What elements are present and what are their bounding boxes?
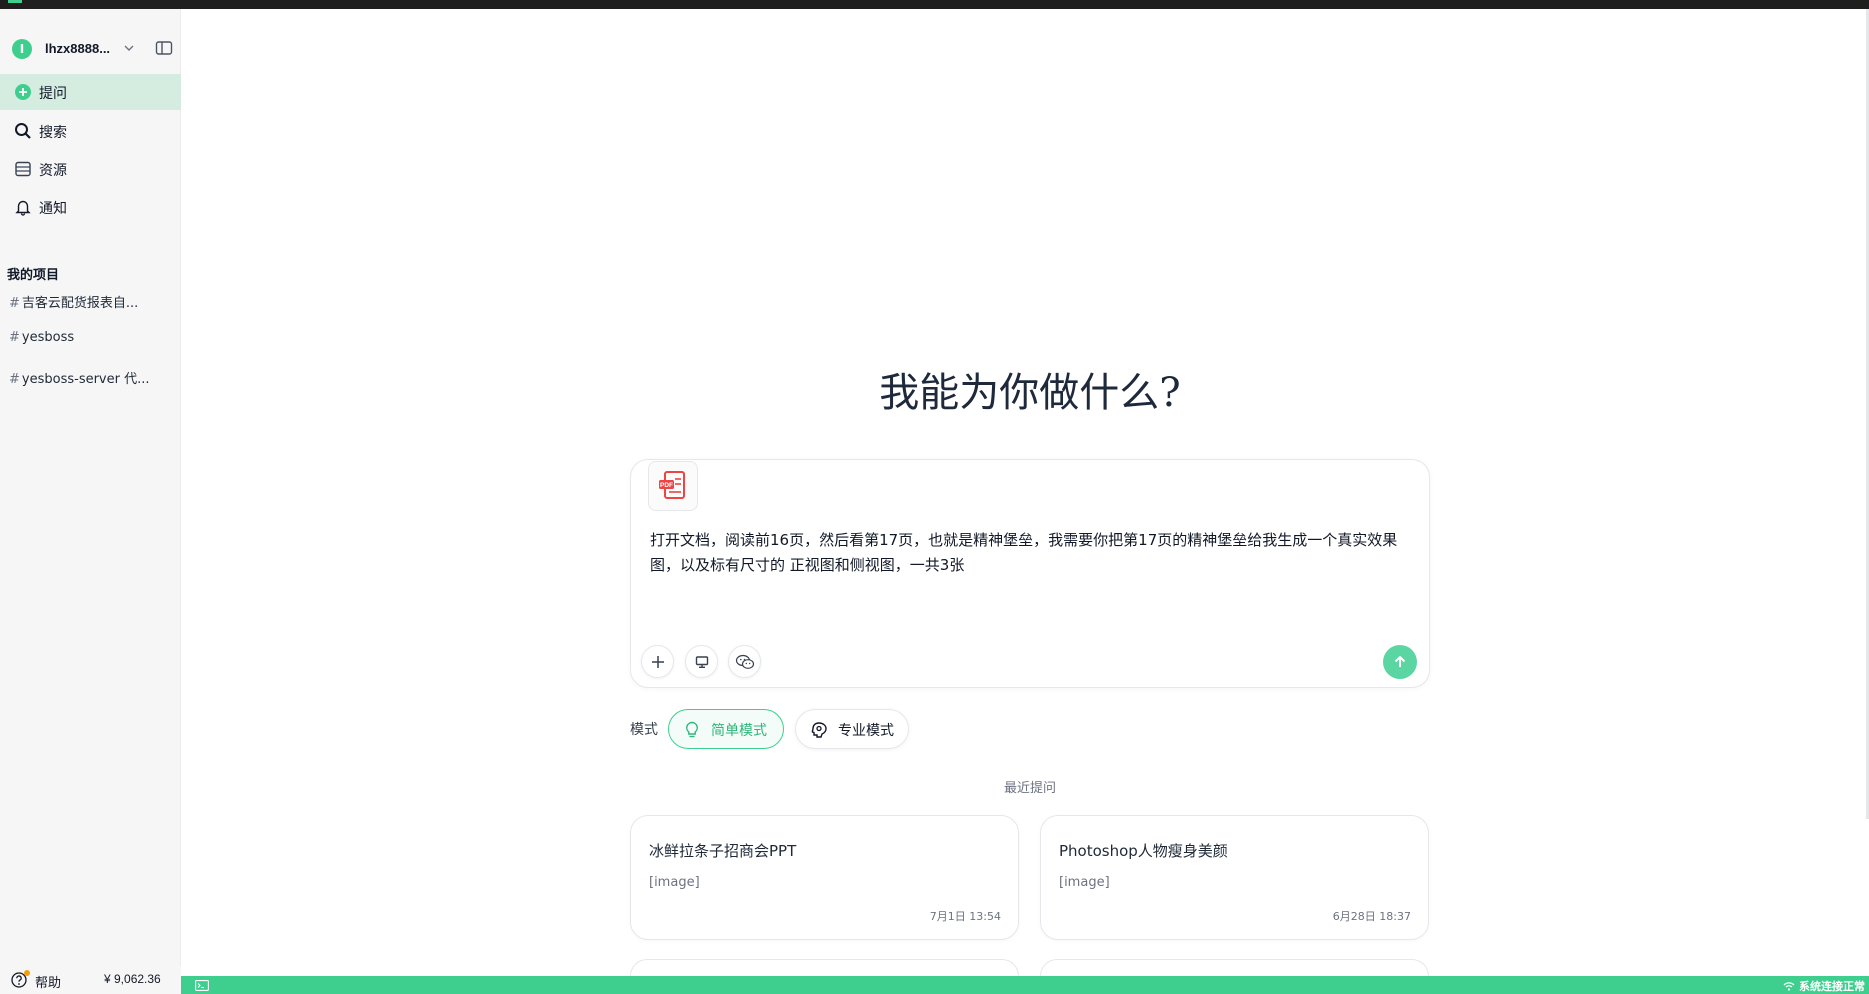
pdf-file-icon: PDF bbox=[659, 471, 685, 499]
recent-card-title: 冰鲜拉条子招商会PPT bbox=[649, 842, 797, 860]
recent-card-preview: [image] bbox=[649, 875, 700, 890]
archive-box-icon bbox=[14, 160, 32, 178]
user-menu[interactable]: I lhzx8888... bbox=[0, 29, 181, 67]
pdf-attachment[interactable]: PDF bbox=[648, 461, 698, 511]
connection-status: 系统连接正常 bbox=[1783, 978, 1865, 994]
connection-status-text: 系统连接正常 bbox=[1799, 980, 1865, 993]
plus-circle-icon bbox=[14, 83, 32, 101]
recent-card-title: Photoshop人物瘦身美颜 bbox=[1059, 842, 1228, 860]
wechat-icon bbox=[735, 654, 754, 669]
pro-mode-label: 专业模式 bbox=[838, 723, 894, 739]
sidebar-item-label: 搜索 bbox=[39, 125, 67, 141]
hash-icon: # bbox=[9, 330, 20, 345]
search-icon bbox=[14, 122, 32, 140]
page-title: 我能为你做什么? bbox=[879, 370, 1181, 416]
app-mark bbox=[8, 0, 22, 3]
hash-icon: # bbox=[9, 296, 20, 311]
window-top-bar bbox=[0, 0, 1869, 9]
simple-mode-button[interactable]: 简单模式 bbox=[668, 709, 784, 749]
sidebar-item-resources[interactable]: 资源 bbox=[0, 151, 181, 187]
project-item[interactable]: # yesboss bbox=[9, 330, 177, 356]
sidebar-item-notifications[interactable]: 通知 bbox=[0, 189, 181, 225]
wifi-icon bbox=[1783, 982, 1795, 991]
balance-amount: ¥ 9,062.36 bbox=[104, 972, 161, 986]
hash-icon: # bbox=[9, 372, 20, 387]
arrow-up-icon bbox=[1394, 655, 1406, 667]
project-item[interactable]: # yesboss-server 代... bbox=[9, 368, 177, 394]
projects-section-title: 我的项目 bbox=[7, 268, 60, 283]
recent-card-partial[interactable] bbox=[1040, 959, 1429, 976]
prompt-input[interactable]: 打开文档，阅读前16页，然后看第17页，也就是精神堡垒，我需要你把第17页的精神… bbox=[650, 528, 1410, 578]
project-name: yesboss-server 代... bbox=[21, 372, 150, 387]
recent-card-partial[interactable] bbox=[630, 959, 1019, 976]
add-attachment-button[interactable] bbox=[641, 645, 674, 678]
sidebar-footer: 帮助 ¥ 9,062.36 bbox=[0, 966, 181, 994]
sidebar: I lhzx8888... 提问 搜索 资源 通知 我的项目 # 吉客云配货报表… bbox=[0, 9, 181, 976]
plus-icon bbox=[651, 655, 664, 668]
simple-mode-label: 简单模式 bbox=[711, 723, 767, 739]
sidebar-item-label: 通知 bbox=[39, 201, 67, 217]
screen-button[interactable] bbox=[685, 645, 718, 678]
pdf-badge-text: PDF bbox=[660, 482, 673, 489]
mode-label: 模式 bbox=[630, 722, 658, 738]
bell-icon bbox=[14, 198, 32, 216]
recent-section-title: 最近提问 bbox=[1003, 781, 1056, 796]
project-item[interactable]: # 吉客云配货报表自... bbox=[9, 292, 177, 318]
brain-icon bbox=[810, 721, 828, 739]
notification-dot bbox=[24, 970, 30, 976]
sidebar-item-ask[interactable]: 提问 bbox=[0, 74, 181, 110]
username: lhzx8888... bbox=[45, 41, 111, 56]
recent-card[interactable]: Photoshop人物瘦身美颜 [image] 6月28日 18:37 bbox=[1040, 815, 1429, 940]
recent-card-time: 7月1日 13:54 bbox=[929, 910, 1001, 923]
avatar: I bbox=[12, 39, 32, 59]
help-link[interactable]: 帮助 bbox=[35, 972, 61, 991]
sidebar-item-search[interactable]: 搜索 bbox=[0, 113, 181, 149]
status-bar: 系统连接正常 bbox=[181, 976, 1869, 994]
pro-mode-button[interactable]: 专业模式 bbox=[795, 709, 909, 749]
prompt-composer[interactable]: PDF 打开文档，阅读前16页，然后看第17页，也就是精神堡垒，我需要你把第17… bbox=[630, 459, 1430, 688]
recent-card-time: 6月28日 18:37 bbox=[1332, 910, 1411, 923]
recent-card-preview: [image] bbox=[1059, 875, 1110, 890]
terminal-icon[interactable] bbox=[195, 980, 209, 991]
sidebar-toggle-icon[interactable] bbox=[155, 40, 173, 56]
project-name: yesboss bbox=[21, 330, 75, 345]
lightbulb-icon bbox=[683, 721, 701, 739]
sidebar-item-label: 提问 bbox=[39, 86, 67, 102]
project-name: 吉客云配货报表自... bbox=[21, 296, 139, 311]
chevron-down-icon[interactable] bbox=[122, 41, 136, 55]
recent-card[interactable]: 冰鲜拉条子招商会PPT [image] 7月1日 13:54 bbox=[630, 815, 1019, 940]
monitor-icon bbox=[695, 655, 708, 668]
wechat-button[interactable] bbox=[728, 645, 761, 678]
sidebar-item-label: 资源 bbox=[39, 163, 67, 179]
send-button[interactable] bbox=[1383, 645, 1417, 679]
